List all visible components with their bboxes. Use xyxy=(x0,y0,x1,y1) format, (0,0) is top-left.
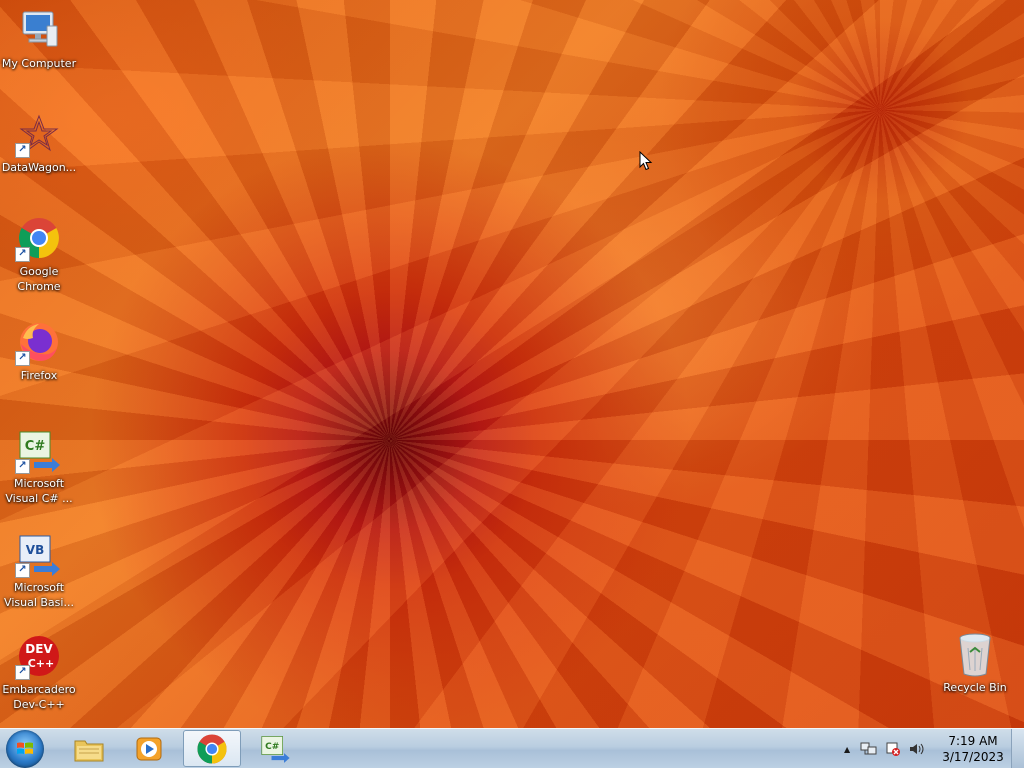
shortcut-arrow-icon: ↗ xyxy=(15,351,30,366)
action-center-alert-icon[interactable] xyxy=(884,741,902,757)
desktop-icon-recycle-bin[interactable]: Recycle Bin xyxy=(936,630,1014,695)
visual-basic-icon: VB ↗ xyxy=(15,530,63,578)
volume-icon[interactable] xyxy=(908,741,926,757)
desktop-icon-google-chrome[interactable]: ↗ Google Chrome xyxy=(0,214,78,294)
clock-date: 3/17/2023 xyxy=(942,750,1004,764)
taskbar-clock[interactable]: 7:19 AM 3/17/2023 xyxy=(940,733,1006,765)
taskbar-media-player-button[interactable] xyxy=(120,730,178,767)
desktop-icon-firefox[interactable]: ↗ Firefox xyxy=(0,318,78,383)
clock-time: 7:19 AM xyxy=(948,734,998,748)
taskbar-explorer-button[interactable] xyxy=(60,730,118,767)
show-hidden-icons-button[interactable]: ▲ xyxy=(844,745,850,754)
start-button[interactable] xyxy=(6,730,44,768)
show-desktop-button[interactable] xyxy=(1011,729,1024,768)
desktop-icon-label: Recycle Bin xyxy=(943,681,1007,694)
shortcut-arrow-icon: ↗ xyxy=(15,143,30,158)
wallpaper-pattern xyxy=(0,0,1024,768)
computer-icon xyxy=(15,6,63,54)
csharp-icon: C# xyxy=(261,735,290,763)
desktop-icon-label: Embarcadero Dev-C++ xyxy=(2,683,76,711)
network-icon[interactable] xyxy=(860,741,878,757)
csharp-badge: C# xyxy=(25,439,46,454)
desktop-icon-label: My Computer xyxy=(1,57,77,70)
cpp-badge: C++ xyxy=(28,657,55,670)
media-player-icon xyxy=(136,737,162,760)
desktop-icon-label: Firefox xyxy=(20,369,58,382)
shortcut-arrow-icon: ↗ xyxy=(15,459,30,474)
dev-cpp-icon: DEV C++ ↗ xyxy=(15,632,63,680)
datawagon-icon: ↗ xyxy=(15,110,63,158)
desktop-icon-label: Microsoft Visual C# ... xyxy=(5,477,73,505)
desktop[interactable]: My Computer ↗ DataWagon... ↗ Google Chro… xyxy=(0,0,1024,768)
shortcut-arrow-icon: ↗ xyxy=(15,247,30,262)
mouse-cursor-icon xyxy=(639,151,653,171)
desktop-icon-label: DataWagon... xyxy=(1,161,77,174)
system-tray: ▲ xyxy=(844,729,926,768)
chrome-icon xyxy=(197,733,227,764)
dev-badge: DEV xyxy=(25,642,53,656)
desktop-icon-visual-basic[interactable]: VB ↗ Microsoft Visual Basi... xyxy=(0,530,78,610)
firefox-icon: ↗ xyxy=(15,318,63,366)
shortcut-arrow-icon: ↗ xyxy=(15,665,30,680)
desktop-icon-label: Microsoft Visual Basi... xyxy=(4,581,74,609)
taskbar-visual-csharp-button[interactable]: C# xyxy=(246,730,304,767)
taskbar: C# ▲ 7:19 AM 3/17/2023 xyxy=(0,728,1024,768)
desktop-icon-visual-csharp[interactable]: C# ↗ Microsoft Visual C# ... xyxy=(0,426,78,506)
vb-badge: VB xyxy=(26,543,44,557)
taskbar-chrome-button[interactable] xyxy=(183,730,241,767)
shortcut-arrow-icon: ↗ xyxy=(15,563,30,578)
chrome-icon: ↗ xyxy=(15,214,63,262)
desktop-icon-my-computer[interactable]: My Computer xyxy=(0,6,78,71)
windows-logo-icon xyxy=(17,742,33,754)
csharp-badge: C# xyxy=(265,742,279,752)
desktop-icon-dev-cpp[interactable]: DEV C++ ↗ Embarcadero Dev-C++ xyxy=(0,632,78,712)
csharp-icon: C# ↗ xyxy=(15,426,63,474)
folder-icon xyxy=(74,740,104,761)
desktop-icon-datawagon[interactable]: ↗ DataWagon... xyxy=(0,110,78,175)
desktop-icon-label: Google Chrome xyxy=(17,265,61,293)
recycle-bin-icon xyxy=(951,630,999,678)
